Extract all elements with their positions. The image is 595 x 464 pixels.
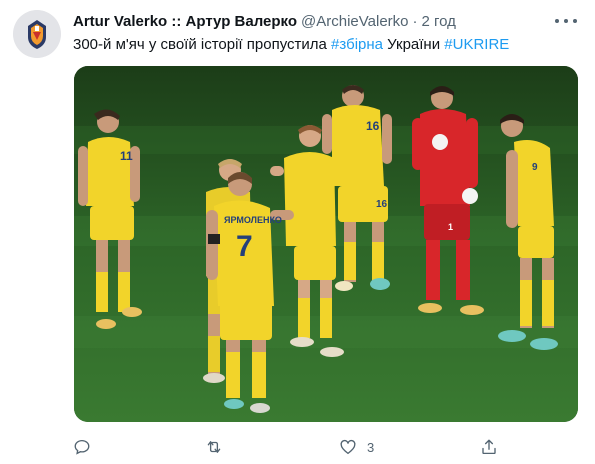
tweet-card[interactable]: Artur Valerko :: Артур Валерко @ArchieVa… bbox=[0, 0, 595, 464]
share-button[interactable] bbox=[480, 436, 498, 458]
avatar-image bbox=[13, 10, 61, 58]
author-name[interactable]: Artur Valerko :: Артур Валерко bbox=[73, 13, 297, 30]
more-options-icon[interactable] bbox=[555, 12, 577, 30]
tweet-text-part: України bbox=[383, 36, 445, 53]
hashtag-link[interactable]: #UKRIRE bbox=[444, 36, 509, 53]
tweet-text-part: 300-й м'яч у своїй історії пропустила bbox=[73, 36, 332, 53]
more-dot bbox=[555, 19, 559, 23]
more-dot bbox=[564, 19, 568, 23]
hashtag-link[interactable]: #збірна bbox=[331, 36, 383, 53]
jersey-number: 9 bbox=[532, 162, 538, 173]
jersey-name: ЯРМОЛЕНКО bbox=[224, 215, 282, 225]
like-icon bbox=[340, 439, 356, 455]
timestamp[interactable]: 2 год bbox=[422, 13, 456, 30]
retweet-button[interactable] bbox=[204, 436, 224, 458]
jersey-number: 1 bbox=[448, 222, 453, 232]
reply-button[interactable] bbox=[73, 436, 91, 458]
jersey-number: 16 bbox=[366, 119, 380, 133]
jersey-number: 7 bbox=[236, 230, 253, 263]
reply-icon bbox=[74, 439, 90, 455]
avatar[interactable] bbox=[13, 10, 61, 58]
jersey-number: 11 bbox=[120, 149, 133, 163]
tweet-actions: 3 bbox=[73, 436, 503, 458]
share-icon bbox=[482, 439, 496, 455]
tweet-header: Artur Valerko :: Артур Валерко @ArchieVa… bbox=[73, 11, 575, 31]
tweet-text: 300-й м'яч у своїй історії пропустила #з… bbox=[73, 35, 509, 55]
author-handle[interactable]: @ArchieValerko bbox=[301, 13, 409, 30]
tweet-photo[interactable]: 11 16 16 ЯРМОЛЕНКО 7 1 9 bbox=[74, 66, 578, 422]
retweet-icon bbox=[207, 441, 221, 453]
like-count: 3 bbox=[367, 439, 375, 455]
more-dot bbox=[573, 19, 577, 23]
like-button[interactable]: 3 bbox=[339, 436, 374, 458]
football-players-image: 11 16 16 ЯРМОЛЕНКО 7 1 9 bbox=[74, 66, 578, 422]
jersey-number: 16 bbox=[376, 199, 388, 210]
separator-dot: · bbox=[412, 12, 418, 30]
